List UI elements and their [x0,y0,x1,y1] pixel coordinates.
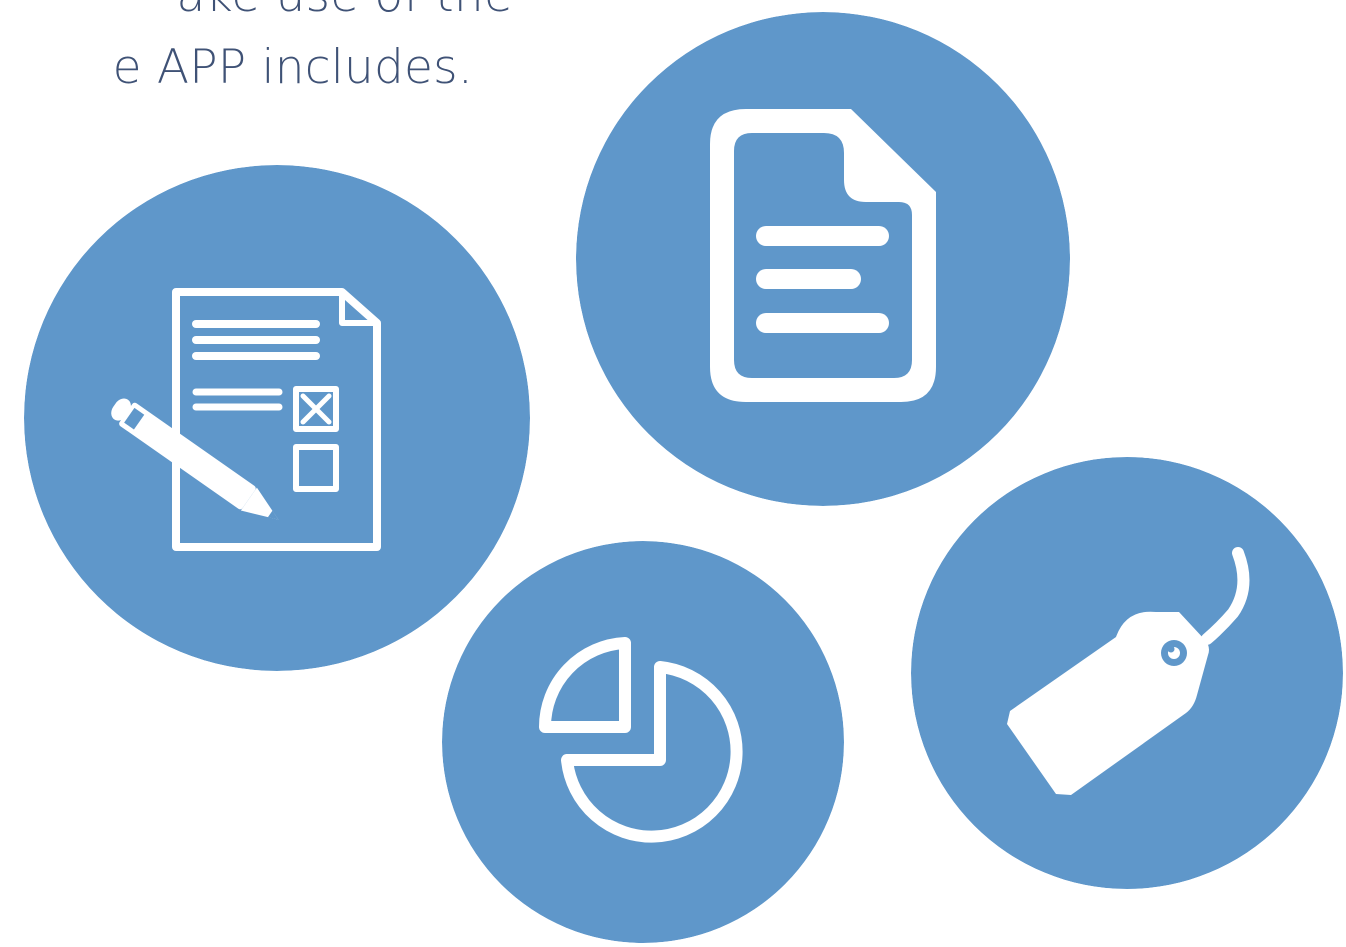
headline: ake use of the e APP includes. [0,0,560,104]
price-tag-icon [911,457,1343,889]
feature-circle-document [576,12,1070,506]
feature-circle-price-tag [911,457,1343,889]
document-icon [576,12,1070,506]
headline-line-1: ake use of the [0,0,560,32]
feature-circle-pie-chart [442,541,844,943]
pie-chart-icon [442,541,844,943]
headline-line-2: e APP includes. [112,40,473,95]
